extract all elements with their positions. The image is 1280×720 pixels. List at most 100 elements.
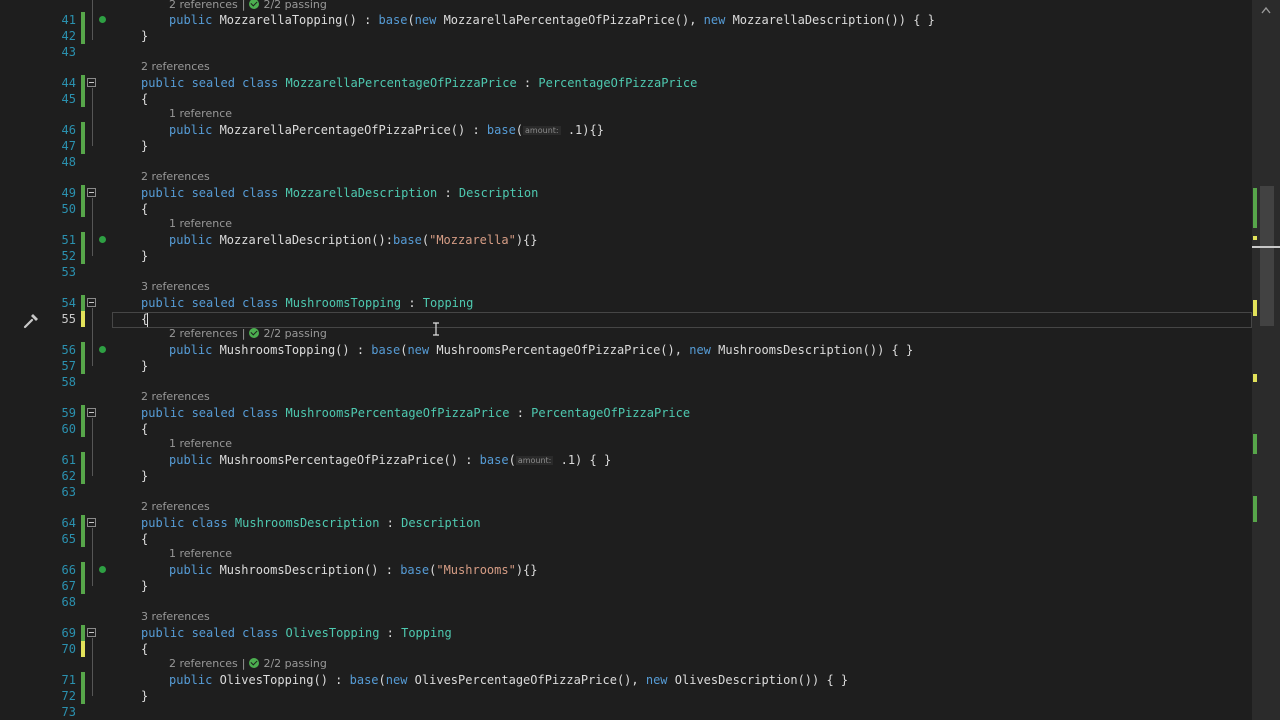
collapse-block-icon[interactable] [87,628,96,637]
test-covered-dot-icon[interactable] [99,16,106,23]
test-covered-dot-icon[interactable] [99,236,106,243]
codelens-references-link[interactable]: 2 references [169,327,238,340]
saved-change-marker [81,515,85,531]
codelens-references-link[interactable]: 3 references [141,610,210,623]
test-covered-dot-icon[interactable] [99,566,106,573]
code-token: OlivesTopping [285,626,380,640]
codelens-references-link[interactable]: 2 references [141,170,210,183]
codelens[interactable]: 2 references [141,390,210,404]
wrench-icon[interactable] [22,313,40,329]
code-line[interactable]: 68 [0,594,1250,610]
code-line[interactable]: 71 public OlivesTopping() : base(new Oliv… [0,672,1250,688]
codelens-references-link[interactable]: 1 reference [169,217,232,230]
saved-change-marker [81,468,85,484]
code-line[interactable]: 46 public MozzarellaPercentageOfPizzaPric… [0,122,1250,138]
code-line[interactable]: 52} [0,248,1250,264]
code-line[interactable]: 63 [0,484,1250,500]
codelens[interactable]: 1 reference [169,107,232,121]
codelens-references-link[interactable]: 1 reference [169,437,232,450]
codelens-references-link[interactable]: 1 reference [169,107,232,120]
code-line[interactable]: 65 { [0,531,1250,547]
codelens[interactable]: 1 reference [169,437,232,451]
line-number: 50 [61,202,76,216]
scrollbar-thumb[interactable] [1260,186,1274,326]
code-text: } [141,578,148,594]
vertical-scrollbar[interactable] [1252,0,1280,720]
code-token: } [141,249,149,263]
code-line[interactable]: 42} [0,28,1250,44]
code-token: public [169,673,220,687]
codelens[interactable]: 2 references [141,170,210,184]
collapse-block-icon[interactable] [87,188,96,197]
code-line[interactable]: 69 public sealed class OlivesTopping : To… [0,625,1250,641]
code-line[interactable]: 73 [0,704,1250,720]
codelens-tests-link[interactable]: 2/2 passing [263,0,326,11]
codelens-references-link[interactable]: 2 references [141,60,210,73]
code-line[interactable]: 44 public sealed class MozzarellaPercenta… [0,75,1250,91]
code-line[interactable]: 56 public MushroomsTopping() : base(new M… [0,342,1250,358]
code-token: MushroomsDescription() : [219,563,401,577]
codelens[interactable]: 2 references [141,500,210,514]
code-line[interactable]: 45 { [0,91,1250,107]
code-token: MushroomsTopping() : [219,343,372,357]
code-line[interactable]: 53 [0,264,1250,280]
chevron-up-icon[interactable] [1252,0,1280,20]
codelens[interactable]: 1 reference [169,547,232,561]
collapse-block-icon[interactable] [87,298,96,307]
code-line[interactable]: 64 public class MushroomsDescription : De… [0,515,1250,531]
code-token: public [169,13,220,27]
codelens-references-link[interactable]: 3 references [141,280,210,293]
code-token: new [703,13,733,27]
code-line[interactable]: 67} [0,578,1250,594]
collapse-block-icon[interactable] [87,408,96,417]
code-line[interactable]: 60 { [0,421,1250,437]
code-token: } [141,469,149,483]
codelens[interactable]: 1 reference [169,217,232,231]
codelens-references-link[interactable]: 2 references [141,500,210,513]
saved-change-marker [81,562,85,578]
code-line[interactable]: 61 public MushroomsPercentageOfPizzaPrice… [0,452,1250,468]
code-line[interactable]: 62} [0,468,1250,484]
code-line[interactable]: 54 public sealed class MushroomsTopping :… [0,295,1250,311]
codelens[interactable]: 2 references | 2/2 passing [169,657,327,671]
collapse-block-icon[interactable] [87,78,96,87]
code-token: public sealed class [141,186,286,200]
code-token: new [385,673,415,687]
code-text: public MozzarellaDescription():base("Moz… [169,232,538,248]
codelens[interactable]: 3 references [141,280,210,294]
code-line[interactable]: 72} [0,688,1250,704]
collapse-block-icon[interactable] [87,518,96,527]
codelens-references-link[interactable]: 2 references [169,657,238,670]
code-line[interactable]: 48 [0,154,1250,170]
code-editor[interactable]: 2 references | 2/2 passing 41 public Mozzare… [0,0,1280,720]
code-text: public sealed class MozzarellaDescriptio… [141,185,538,201]
code-line[interactable]: 51 public MozzarellaDescription():base("M… [0,232,1250,248]
code-line[interactable]: 41 public MozzarellaTopping() : base(new … [0,12,1250,28]
codelens[interactable]: 3 references [141,610,210,624]
codelens-references-link[interactable]: 2 references [141,390,210,403]
code-line[interactable]: 49 public sealed class MozzarellaDescript… [0,185,1250,201]
codelens[interactable]: 2 references | 2/2 passing [169,0,327,12]
saved-change-marker [81,28,85,44]
code-token: PercentageOfPizzaPrice [531,406,691,420]
code-text: public sealed class OlivesTopping : Topp… [141,625,452,641]
code-text: public sealed class MozzarellaPercentage… [141,75,697,91]
code-line[interactable]: 57} [0,358,1250,374]
code-line[interactable]: 50 { [0,201,1250,217]
line-number: 46 [61,123,76,137]
code-line[interactable]: 66 public MushroomsDescription() : base("… [0,562,1250,578]
code-line[interactable]: 58 [0,374,1250,390]
test-covered-dot-icon[interactable] [99,346,106,353]
fold-guide-line [92,88,93,146]
codelens-tests-link[interactable]: 2/2 passing [263,327,326,340]
codelens-references-link[interactable]: 2 references [169,0,238,11]
codelens[interactable]: 2 references | 2/2 passing [169,327,327,341]
code-line[interactable]: 43 [0,44,1250,60]
line-number: 45 [61,92,76,106]
codelens[interactable]: 2 references [141,60,210,74]
code-line[interactable]: 47} [0,138,1250,154]
code-line[interactable]: 70 { [0,641,1250,657]
codelens-references-link[interactable]: 1 reference [169,547,232,560]
code-line[interactable]: 59 public sealed class MushroomsPercentag… [0,405,1250,421]
codelens-tests-link[interactable]: 2/2 passing [263,657,326,670]
